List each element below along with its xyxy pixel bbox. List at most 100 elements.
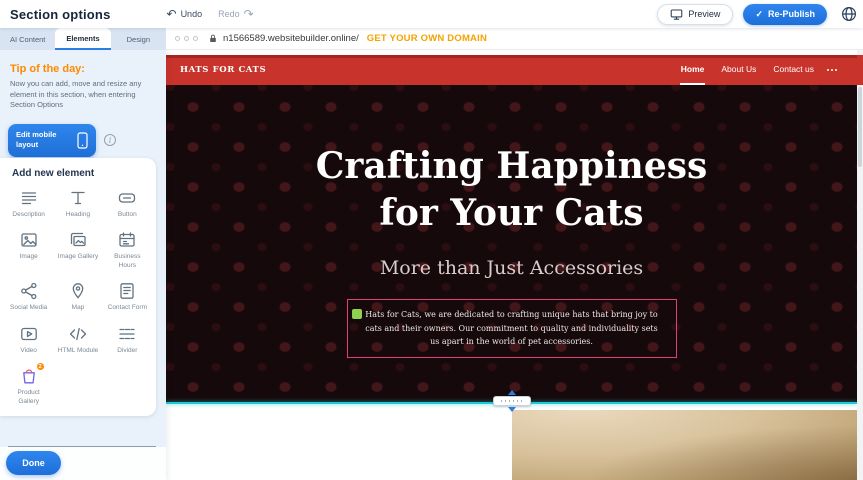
section-options-panel: Tip of the day: Now you can add, move an…	[0, 50, 166, 480]
map-icon	[68, 281, 88, 301]
button-icon	[117, 188, 137, 208]
add-new-element-title: Add new element	[12, 168, 152, 179]
tab-design[interactable]: Design	[111, 28, 166, 50]
hero-subtitle[interactable]: More than Just Accessories	[166, 257, 857, 279]
element-image-gallery[interactable]: Image Gallery	[53, 230, 102, 270]
element-html-module[interactable]: HTML Module	[53, 324, 102, 355]
info-icon[interactable]: i	[104, 134, 116, 146]
business-hours-icon	[117, 230, 137, 250]
hero-paragraph-box[interactable]: Hats for Cats, we are dedicated to craft…	[347, 299, 677, 358]
tab-label: AI Content	[10, 35, 45, 44]
element-business-hours[interactable]: Business Hours	[103, 230, 152, 270]
element-label: HTML Module	[58, 347, 99, 355]
undo-label: Undo	[181, 9, 203, 19]
divider-icon	[117, 324, 137, 344]
done-button[interactable]: Done	[6, 451, 61, 475]
element-image[interactable]: Image	[4, 230, 53, 270]
text-element-handle[interactable]	[352, 309, 362, 319]
hero-paragraph: Hats for Cats, we are dedicated to craft…	[365, 310, 658, 346]
preview-button[interactable]: Preview	[657, 4, 733, 25]
element-label: Image Gallery	[58, 253, 98, 261]
nav-home[interactable]: Home	[680, 55, 706, 85]
check-icon: ✓	[755, 9, 763, 20]
monitor-icon	[670, 8, 683, 21]
republish-label: Re-Publish	[768, 9, 815, 19]
lock-icon	[208, 33, 218, 44]
element-label: Map	[72, 304, 85, 312]
element-map[interactable]: Map	[53, 281, 102, 312]
phone-icon	[77, 132, 88, 149]
tab-ai-content[interactable]: AI Content	[0, 28, 55, 50]
add-new-element-card: Add new element Description Heading Butt…	[0, 158, 156, 416]
element-label: Divider	[117, 347, 137, 355]
panel-tabs: AI Content Elements Design	[0, 28, 166, 50]
tab-label: Elements	[66, 34, 99, 43]
site-logo[interactable]: HATS FOR CATS	[180, 65, 266, 75]
redo-button[interactable]: Redo ↷	[218, 8, 254, 20]
product-gallery-icon: 2	[19, 366, 39, 386]
video-icon	[19, 324, 39, 344]
republish-button[interactable]: ✓ Re-Publish	[743, 4, 827, 25]
globe-icon[interactable]	[841, 6, 857, 22]
window-dot-icon	[175, 36, 180, 41]
site-canvas: HATS FOR CATS Home About Us Contact us C…	[166, 50, 857, 480]
browser-address-bar: n1566589.websitebuilder.online/ GET YOUR…	[166, 28, 863, 50]
nav-more-icon[interactable]	[827, 55, 837, 85]
scrollbar-thumb[interactable]	[858, 87, 862, 167]
description-icon	[19, 188, 39, 208]
window-dot-icon	[184, 36, 189, 41]
second-row: AI Content Elements Design n1566589.webs…	[0, 28, 863, 50]
image-icon	[19, 230, 39, 250]
element-label: Video	[20, 347, 37, 355]
redo-label: Redo	[218, 9, 240, 19]
element-description[interactable]: Description	[4, 188, 53, 219]
window-dot-icon	[193, 36, 198, 41]
site-header[interactable]: HATS FOR CATS Home About Us Contact us	[166, 55, 857, 85]
element-label: Product Gallery	[7, 389, 51, 406]
site-url[interactable]: n1566589.websitebuilder.online/	[223, 33, 359, 44]
image-gallery-icon	[68, 230, 88, 250]
element-label: Contact Form	[108, 304, 147, 312]
element-label: Heading	[66, 211, 90, 219]
element-label: Button	[118, 211, 137, 219]
element-button[interactable]: Button	[103, 188, 152, 219]
element-label: Business Hours	[105, 253, 149, 270]
element-social-media[interactable]: Social Media	[4, 281, 53, 312]
edit-mobile-layout-button[interactable]: Edit mobile layout	[8, 124, 96, 157]
tip-of-the-day-title: Tip of the day:	[10, 63, 156, 75]
new-count-badge: 2	[36, 362, 45, 371]
undo-button[interactable]: ↶ Undo	[167, 8, 203, 20]
html-module-icon	[68, 324, 88, 344]
tab-elements[interactable]: Elements	[55, 28, 110, 50]
undo-icon: ↶	[167, 8, 177, 20]
editor-topbar: Section options ↶ Undo Redo ↷ Preview ✓ …	[0, 0, 863, 28]
canvas-scrollbar[interactable]	[857, 50, 863, 480]
contact-form-icon	[117, 281, 137, 301]
mobile-row: Edit mobile layout i	[8, 124, 158, 157]
element-contact-form[interactable]: Contact Form	[103, 281, 152, 312]
nav-about-us[interactable]: About Us	[720, 55, 757, 85]
preview-label: Preview	[688, 9, 720, 19]
element-video[interactable]: Video	[4, 324, 53, 355]
element-grid: Description Heading Button Image	[4, 188, 152, 406]
edit-mobile-layout-label: Edit mobile layout	[16, 130, 68, 150]
resize-down-arrow-icon	[508, 407, 516, 412]
get-your-own-domain-link[interactable]: GET YOUR OWN DOMAIN	[367, 33, 487, 44]
resize-grip-icon	[493, 396, 531, 406]
hero-section[interactable]: Crafting Happiness for Your Cats More th…	[166, 85, 857, 403]
element-label: Description	[12, 211, 45, 219]
page-title: Section options	[10, 7, 111, 22]
element-product-gallery[interactable]: 2 Product Gallery	[4, 366, 53, 406]
element-heading[interactable]: Heading	[53, 188, 102, 219]
resize-up-arrow-icon	[508, 390, 516, 395]
element-label: Social Media	[10, 304, 47, 312]
scrollbar-header-segment	[857, 55, 863, 85]
site-nav: Home About Us Contact us	[680, 55, 815, 85]
nav-contact-us[interactable]: Contact us	[772, 55, 815, 85]
hero-title[interactable]: Crafting Happiness for Your Cats	[312, 143, 712, 237]
redo-icon: ↷	[244, 8, 254, 20]
section-resize-handle[interactable]	[493, 390, 531, 412]
heading-icon	[68, 188, 88, 208]
element-divider[interactable]: Divider	[103, 324, 152, 355]
next-section-image[interactable]	[512, 410, 857, 480]
